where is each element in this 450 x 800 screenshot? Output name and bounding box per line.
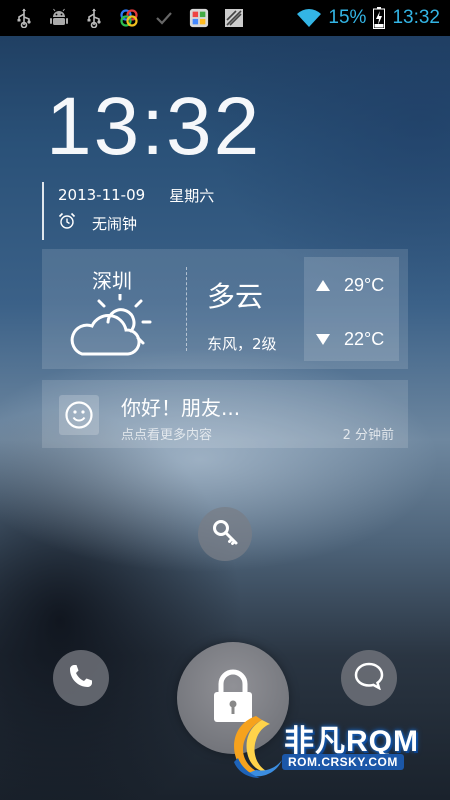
message-time: 2 分钟前 — [342, 428, 394, 443]
check-icon — [154, 7, 174, 29]
temperature-panel: 29°C 22°C — [304, 257, 399, 361]
weather-condition: 多云 — [207, 280, 264, 313]
date-row: 2013-11-09 星期六 — [58, 182, 214, 208]
battery-percent: 15% — [328, 7, 367, 28]
weekday-text: 星期六 — [169, 186, 215, 205]
usb-icon — [84, 7, 104, 29]
low-temp-row: 22°C — [316, 329, 384, 350]
key-search-icon — [210, 517, 240, 551]
crsky-watermark: 非凡RQM ROM.CRSKY.COM — [226, 710, 436, 782]
arrow-down-icon — [316, 334, 330, 345]
status-bar: 15% 13:32 — [0, 0, 450, 36]
wifi-icon — [296, 7, 322, 29]
weather-city-section: 深圳 — [42, 249, 186, 369]
low-temp: 22°C — [344, 329, 385, 349]
weather-widget[interactable]: 深圳 多云 东风，2级 29°C 22°C — [42, 249, 408, 369]
screenshot-icon — [224, 7, 244, 29]
search-button[interactable] — [198, 507, 252, 561]
battery-charging-icon — [372, 7, 386, 29]
partly-cloudy-icon — [68, 291, 158, 366]
weather-condition-section: 多云 东风，2级 — [187, 249, 304, 369]
crsky-logo-icon — [226, 712, 286, 784]
alarm-row: 无闹钟 — [58, 208, 214, 238]
message-title: 你好！朋友... — [121, 396, 241, 420]
date-alarm-block: 2013-11-09 星期六 无闹钟 — [42, 182, 214, 240]
photo-icon — [189, 7, 209, 29]
high-temp-row: 29°C — [316, 275, 384, 296]
high-temp: 29°C — [344, 275, 385, 295]
message-subtitle: 点点看更多内容 — [121, 428, 213, 443]
alarm-text: 无闹钟 — [92, 214, 138, 233]
status-right: 15% 13:32 — [296, 7, 450, 29]
arrow-up-icon — [316, 280, 330, 291]
app-notification-icon — [119, 7, 139, 29]
alarm-clock-icon — [58, 212, 76, 234]
smiley-icon — [59, 395, 99, 435]
phone-button[interactable] — [53, 650, 109, 706]
android-debug-icon — [49, 7, 69, 29]
weather-city: 深圳 — [92, 269, 132, 293]
watermark-url: ROM.CRSKY.COM — [282, 754, 404, 770]
usb-icon — [14, 7, 34, 29]
lockscreen-clock: 13:32 — [46, 81, 262, 172]
date-text: 2013-11-09 — [58, 186, 146, 204]
chat-button[interactable] — [341, 650, 397, 706]
notification-icons — [0, 7, 244, 29]
status-time: 13:32 — [392, 7, 440, 28]
phone-icon — [67, 662, 95, 694]
chat-bubble-icon — [354, 662, 384, 694]
weather-wind: 东风，2级 — [207, 335, 277, 353]
message-notification[interactable]: 你好！朋友... 点点看更多内容 2 分钟前 — [42, 380, 408, 448]
